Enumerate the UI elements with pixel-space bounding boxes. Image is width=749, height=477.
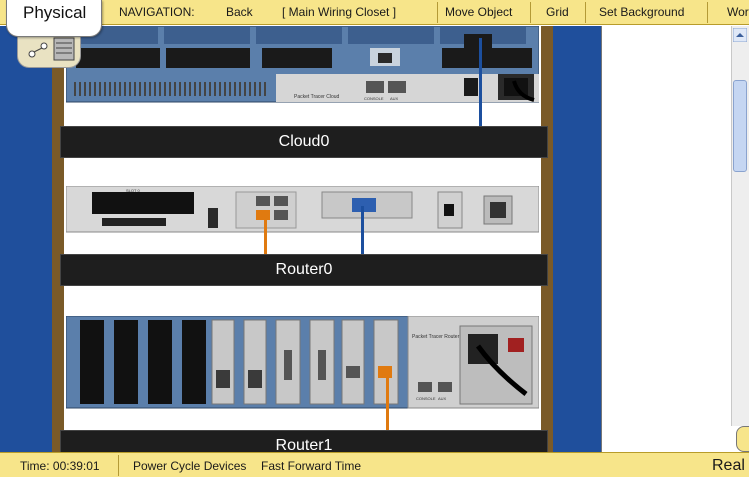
toolbar-separator [585,2,586,23]
top-navigation-bar: NAVIGATION: Back [ Main Wiring Closet ] … [0,0,749,25]
scroll-up-arrow-icon[interactable] [733,28,747,42]
power-cycle-devices-button[interactable]: Power Cycle Devices [133,453,246,477]
rack-rail-left [52,26,64,452]
rack-rail-right [541,26,553,452]
router0-orange-cable [264,216,267,256]
router1-device[interactable]: Packet Tracer Router CONSOLE AUX [66,316,539,410]
cloud0-name: Cloud0 [278,133,330,150]
svg-text:AUX: AUX [438,396,447,401]
grid-button[interactable]: Grid [546,0,569,25]
time-display: Time: 00:39:01 [20,459,100,473]
physical-tab-label: Physical [23,3,87,22]
svg-text:CONSOLE: CONSOLE [416,396,436,401]
cloud0-device[interactable]: Packet Tracer Cloud CONSOLE AUX [66,26,539,104]
right-side-panel [601,26,749,452]
scrollbar-thumb[interactable] [733,80,747,172]
cloud0-panel-label: Packet Tracer Cloud [294,94,340,100]
router1-label-bar: Router1 [60,430,548,452]
set-background-button[interactable]: Set Background [599,0,684,25]
router1-name: Router1 [275,437,333,452]
router1-panel-label: Packet Tracer Router [412,334,460,340]
toolbar-separator [707,2,708,23]
cloud0-label-bar: Cloud0 [60,126,548,158]
toolbar-separator [530,2,531,23]
router0-device[interactable]: SLOT 0 [66,186,539,236]
router1-orange-cable [386,372,389,434]
navigation-label: NAVIGATION: [119,5,195,19]
back-button[interactable]: Back [226,0,253,25]
physical-workspace[interactable]: Packet Tracer Cloud CONSOLE AUX Cloud0 S… [0,26,601,452]
status-separator [118,455,119,476]
move-object-button[interactable]: Move Object [445,0,512,25]
status-bar: Time: 00:39:01 Power Cycle Devices Fast … [0,452,749,477]
cloud0-blue-cable [479,38,482,138]
fast-forward-time-button[interactable]: Fast Forward Time [261,453,361,477]
location-breadcrumb[interactable]: [ Main Wiring Closet ] [282,0,396,25]
router0-label-bar: Router0 [60,254,548,286]
realtime-mode-label[interactable]: Real [712,453,745,477]
toolbar-separator [437,2,438,23]
svg-text:CONSOLE: CONSOLE [364,96,384,101]
router0-blue-cable [361,206,364,256]
svg-text:AUX: AUX [390,96,399,101]
working-closet-button[interactable]: Wor [727,0,749,25]
router0-name: Router0 [275,261,333,278]
physical-mode-tab[interactable]: Physical [6,0,102,37]
realtime-toggle-tab[interactable] [736,426,749,452]
